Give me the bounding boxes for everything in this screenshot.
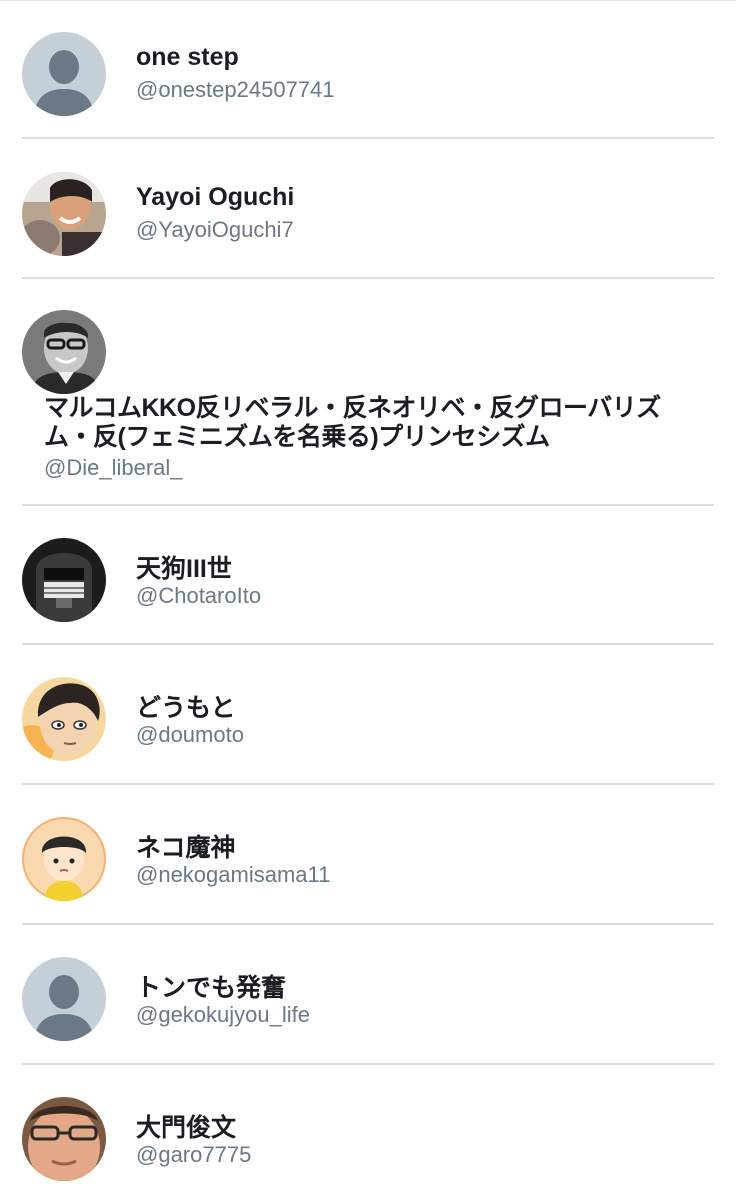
list-item[interactable]: 大門俊文 @garo7775 [0, 1065, 736, 1200]
default-avatar-icon[interactable] [22, 957, 106, 1041]
list-item[interactable]: one step @onestep24507741 [0, 1, 736, 139]
user-avatar-photo[interactable] [22, 1097, 106, 1181]
list-item[interactable]: Yayoi Oguchi @YayoiOguchi7 [0, 139, 736, 279]
user-name[interactable]: トンでも発奮 [136, 968, 286, 1004]
user-name[interactable]: 大門俊文 [136, 1108, 236, 1144]
user-handle[interactable]: @gekokujyou_life [136, 1002, 310, 1028]
user-name[interactable]: どうもと [136, 688, 236, 724]
user-handle[interactable]: @YayoiOguchi7 [136, 217, 294, 243]
user-avatar-illustration[interactable] [22, 677, 106, 761]
user-name[interactable]: Yayoi Oguchi [136, 183, 294, 212]
user-avatar-photo[interactable] [22, 538, 106, 622]
user-handle[interactable]: @doumoto [136, 722, 244, 748]
user-handle[interactable]: @Die_liberal_ [44, 455, 183, 481]
user-list: one step @onestep24507741 Yayoi Oguchi @… [0, 0, 736, 1200]
user-handle[interactable]: @onestep24507741 [136, 77, 335, 103]
user-name[interactable]: マルコムKKO反リベラル・反ネオリベ・反グローバリズム・反(フェミニズムを名乗る… [44, 394, 704, 452]
user-avatar-illustration[interactable] [22, 817, 106, 901]
list-item[interactable]: トンでも発奮 @gekokujyou_life [0, 925, 736, 1065]
user-name[interactable]: ネコ魔神 [136, 828, 236, 864]
user-avatar-photo[interactable] [22, 172, 106, 256]
user-avatar-photo[interactable] [22, 310, 106, 394]
default-avatar-icon[interactable] [22, 32, 106, 116]
user-name[interactable]: 天狗III世 [136, 549, 232, 585]
user-handle[interactable]: @nekogamisama11 [136, 862, 330, 888]
list-item[interactable]: どうもと @doumoto [0, 645, 736, 785]
list-item[interactable]: マルコムKKO反リベラル・反ネオリベ・反グローバリズム・反(フェミニズムを名乗る… [0, 279, 736, 505]
user-handle[interactable]: @ChotaroIto [136, 583, 261, 609]
list-item[interactable]: ネコ魔神 @nekogamisama11 [0, 785, 736, 925]
user-handle[interactable]: @garo7775 [136, 1142, 251, 1168]
list-item[interactable]: 天狗III世 @ChotaroIto [0, 506, 736, 646]
user-name[interactable]: one step [136, 43, 239, 72]
